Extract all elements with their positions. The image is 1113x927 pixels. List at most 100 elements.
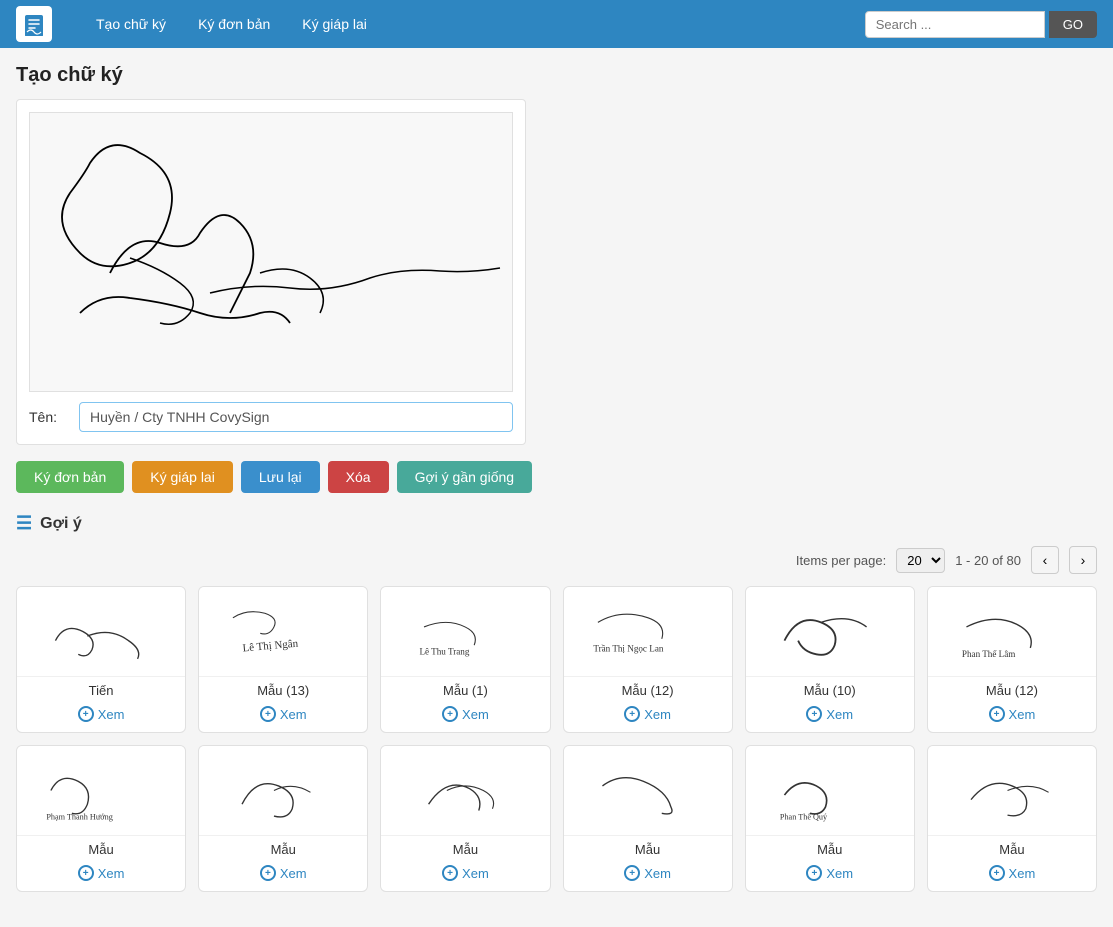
sig-card-name-4: Mẫu (12) [564,677,732,700]
view-icon-8: + [260,865,276,881]
sig-card-view-1[interactable]: + Xem [17,700,185,732]
sig-card-view-11[interactable]: + Xem [746,859,914,891]
svg-text:Phan Thế Quý: Phan Thế Quý [780,813,828,822]
sig-card-name-7: Mẫu [17,836,185,859]
sig-card-8: Mẫu + Xem [198,745,368,892]
sig-card-7: Phạm Thanh Hướng Mẫu + Xem [16,745,186,892]
signature-canvas[interactable] [29,112,513,392]
sig-card-image-1 [17,587,185,677]
svg-text:Phạm Thanh Hướng: Phạm Thanh Hướng [46,813,113,822]
sig-card-image-3: Lê Thu Trang [381,587,549,677]
sig-card-6: Phan Thế Lâm Mẫu (12) + Xem [927,586,1097,733]
view-icon-5: + [806,706,822,722]
main-content: Tạo chữ ký Tên: [0,48,1113,908]
sig-card-image-12 [928,746,1096,836]
view-label-12: Xem [1009,866,1036,881]
view-icon-2: + [260,706,276,722]
nav-sign-overlap[interactable]: Ký giáp lai [290,10,379,38]
sig-card-image-11: Phan Thế Quý [746,746,914,836]
next-page-button[interactable]: › [1069,546,1097,574]
view-label-9: Xem [462,866,489,881]
sig-card-1: Tiến + Xem [16,586,186,733]
sig-card-11: Phan Thế Quý Mẫu + Xem [745,745,915,892]
sig-card-view-9[interactable]: + Xem [381,859,549,891]
sig-card-view-6[interactable]: + Xem [928,700,1096,732]
sig-card-image-9 [381,746,549,836]
view-icon-1: + [78,706,94,722]
view-label-4: Xem [644,707,671,722]
items-per-page-label: Items per page: [796,553,886,568]
save-button[interactable]: Lưu lại [241,461,320,493]
nav-create-signature[interactable]: Tạo chữ ký [84,10,178,38]
suggestions-title: Gợi ý [40,515,82,533]
suggestions-header: ☰ Gợi ý [16,513,1097,534]
sig-card-3: Lê Thu Trang Mẫu (1) + Xem [380,586,550,733]
nav-sign-draft[interactable]: Ký đơn bản [186,10,282,38]
view-label-3: Xem [462,707,489,722]
view-label-2: Xem [280,707,307,722]
prev-page-button[interactable]: ‹ [1031,546,1059,574]
sig-card-name-1: Tiến [17,677,185,700]
signature-area: Tên: [16,99,526,445]
delete-button[interactable]: Xóa [328,461,389,493]
sig-card-name-2: Mẫu (13) [199,677,367,700]
svg-text:Trần Thị Ngọc Lan: Trần Thị Ngọc Lan [593,644,664,654]
search-input[interactable] [865,11,1045,38]
items-per-page-select[interactable]: 20 40 60 [896,548,945,573]
view-label-11: Xem [826,866,853,881]
page-title: Tạo chữ ký [16,64,1097,87]
signature-cards-grid: Tiến + Xem Lê Thị Ngân Mẫu (13) + Xem [16,586,1097,892]
sign-draft-button[interactable]: Ký đơn bản [16,461,124,493]
search-button[interactable]: GO [1049,11,1097,38]
svg-text:Phan Thế Lâm: Phan Thế Lâm [962,649,1015,659]
sig-card-view-12[interactable]: + Xem [928,859,1096,891]
sig-card-view-5[interactable]: + Xem [746,700,914,732]
view-icon-3: + [442,706,458,722]
view-icon-9: + [442,865,458,881]
main-nav: Tạo chữ ký Ký đơn bản Ký giáp lai [84,10,865,38]
sig-card-image-10 [564,746,732,836]
sig-card-name-8: Mẫu [199,836,367,859]
sign-overlap-button[interactable]: Ký giáp lai [132,461,233,493]
sig-card-image-7: Phạm Thanh Hướng [17,746,185,836]
sig-card-12: Mẫu + Xem [927,745,1097,892]
view-icon-11: + [806,865,822,881]
sig-card-2: Lê Thị Ngân Mẫu (13) + Xem [198,586,368,733]
logo-container [16,6,60,42]
sig-card-name-12: Mẫu [928,836,1096,859]
name-input[interactable] [79,402,513,432]
view-label-7: Xem [98,866,125,881]
view-label-1: Xem [98,707,125,722]
sig-card-image-8 [199,746,367,836]
sig-card-name-5: Mẫu (10) [746,677,914,700]
sig-card-view-3[interactable]: + Xem [381,700,549,732]
sig-card-4: Trần Thị Ngọc Lan Mẫu (12) + Xem [563,586,733,733]
sig-card-image-5 [746,587,914,677]
pagination-row: Items per page: 20 40 60 1 - 20 of 80 ‹ … [16,546,1097,574]
sig-card-name-6: Mẫu (12) [928,677,1096,700]
sig-card-view-2[interactable]: + Xem [199,700,367,732]
view-label-6: Xem [1009,707,1036,722]
sig-card-view-4[interactable]: + Xem [564,700,732,732]
svg-text:Lê Thị Ngân: Lê Thị Ngân [242,638,299,655]
sig-card-view-10[interactable]: + Xem [564,859,732,891]
page-range: 1 - 20 of 80 [955,553,1021,568]
action-buttons: Ký đơn bản Ký giáp lai Lưu lại Xóa Gợi ý… [16,461,1097,493]
signature-name-row: Tên: [29,402,513,432]
view-icon-12: + [989,865,1005,881]
search-container: GO [865,11,1097,38]
view-icon-10: + [624,865,640,881]
sig-card-image-2: Lê Thị Ngân [199,587,367,677]
sig-card-10: Mẫu + Xem [563,745,733,892]
name-label: Tên: [29,409,79,425]
suggest-similar-button[interactable]: Gợi ý gần giống [397,461,532,493]
sig-card-name-10: Mẫu [564,836,732,859]
sig-card-image-6: Phan Thế Lâm [928,587,1096,677]
logo-icon [16,6,52,42]
sig-card-image-4: Trần Thị Ngọc Lan [564,587,732,677]
sig-card-5: Mẫu (10) + Xem [745,586,915,733]
header: Tạo chữ ký Ký đơn bản Ký giáp lai GO [0,0,1113,48]
sig-card-view-8[interactable]: + Xem [199,859,367,891]
view-icon-4: + [624,706,640,722]
sig-card-view-7[interactable]: + Xem [17,859,185,891]
